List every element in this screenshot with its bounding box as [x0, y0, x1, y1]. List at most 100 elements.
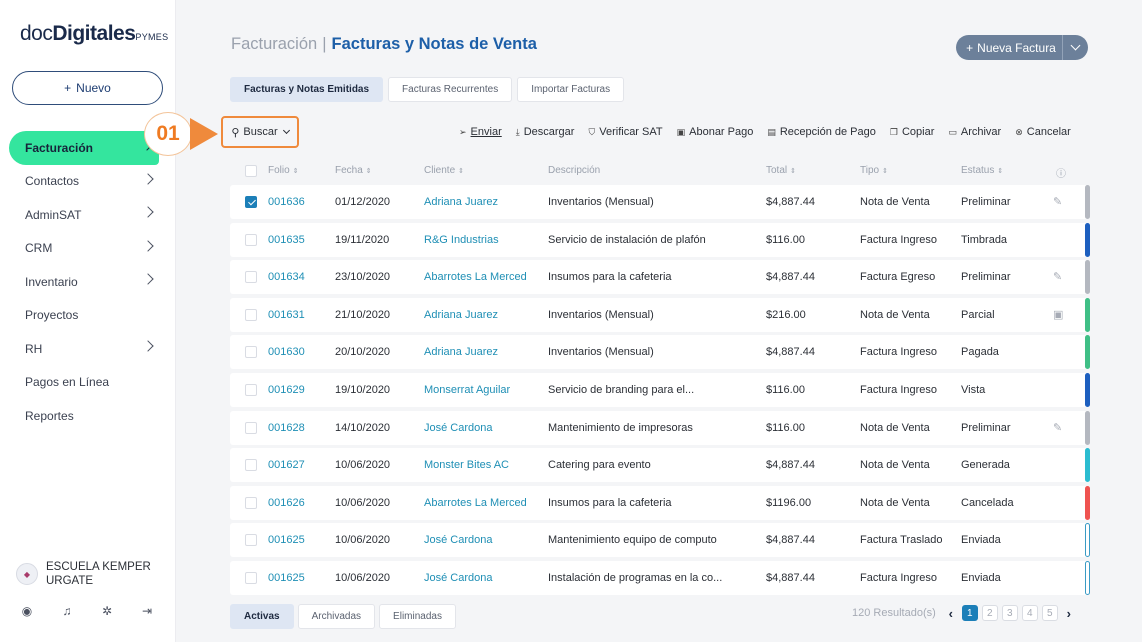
pencil-icon[interactable]: ✎ [1053, 421, 1062, 434]
cell-cliente[interactable]: Adriana Juarez [424, 346, 498, 358]
row-checkbox[interactable] [245, 233, 257, 246]
cell-cliente[interactable]: Adriana Juarez [424, 309, 498, 321]
cell-cliente[interactable]: Monster Bites AC [424, 459, 509, 471]
col-total[interactable]: Total ⇕ [766, 165, 796, 176]
send-icon: ➢ [459, 126, 467, 137]
search-dropdown[interactable]: ⚲ Buscar [221, 116, 299, 148]
tab-archivadas[interactable]: Archivadas [297, 604, 376, 629]
cancelar-button[interactable]: ⊗ Cancelar [1015, 126, 1071, 138]
table-row[interactable]: 001634 23/10/2020 Abarrotes La Merced Insum… [230, 260, 1090, 295]
table-row[interactable]: 001635 19/11/2020 R&G Industrias Servicio d… [230, 222, 1090, 257]
tab-emitidas[interactable]: Facturas y Notas Emitidas [230, 77, 384, 102]
cell-folio[interactable]: 001625 [268, 534, 305, 546]
col-tipo[interactable]: Tipo ⇕ [860, 165, 888, 176]
page-4[interactable]: 4 [1021, 605, 1038, 621]
new-button[interactable]: + Nuevo [12, 71, 163, 105]
col-fecha[interactable]: Fecha ⇕ [335, 165, 372, 176]
cash-icon[interactable]: ▣ [1053, 308, 1063, 321]
info-icon[interactable]: ⓘ [1056, 165, 1066, 180]
row-checkbox[interactable] [245, 496, 257, 509]
row-checkbox[interactable] [245, 196, 257, 208]
sidebar-item-facturaci-n[interactable]: Facturación [9, 131, 159, 165]
sidebar-item-adminsat[interactable]: AdminSAT [0, 198, 176, 232]
cell-folio[interactable]: 001629 [268, 384, 305, 396]
cell-cliente[interactable]: Abarrotes La Merced [424, 497, 527, 509]
row-checkbox[interactable] [245, 346, 257, 359]
table-row[interactable]: 001636 01/12/2020 Adriana Juarez Inventario… [230, 185, 1090, 219]
col-cliente[interactable]: Cliente ⇕ [424, 165, 464, 176]
select-all-checkbox[interactable] [245, 165, 257, 177]
logout-icon[interactable]: ⇥ [140, 604, 154, 618]
tab-importar[interactable]: Importar Facturas [517, 77, 625, 102]
sidebar-item-proyectos[interactable]: Proyectos [0, 299, 176, 333]
row-checkbox[interactable] [245, 383, 257, 396]
enviar-button[interactable]: ➢ Enviar [459, 126, 502, 138]
account-info[interactable]: ◆ ESCUELA KEMPER URGATE [16, 560, 156, 588]
recepci-n-de-pago-button[interactable]: ▤ Recepción de Pago [767, 126, 876, 138]
cell-cliente[interactable]: José Cardona [424, 572, 493, 584]
cell-folio[interactable]: 001635 [268, 234, 305, 246]
row-checkbox[interactable] [245, 308, 257, 321]
user-icon[interactable]: ◉ [20, 604, 34, 618]
verificar-sat-button[interactable]: ⛉ Verificar SAT [588, 126, 662, 138]
cell-folio[interactable]: 001636 [268, 196, 305, 208]
cell-cliente[interactable]: Adriana Juarez [424, 196, 498, 208]
row-checkbox[interactable] [245, 534, 257, 547]
row-checkbox[interactable] [245, 421, 257, 434]
abonar-pago-button[interactable]: ▣ Abonar Pago [677, 126, 754, 138]
new-invoice-button[interactable]: + Nueva Factura [956, 41, 1062, 55]
cell-cliente[interactable]: Monserrat Aguilar [424, 384, 510, 396]
col-descripcion[interactable]: Descripción [548, 165, 600, 176]
cell-cliente[interactable]: R&G Industrias [424, 234, 499, 246]
tab-recurrentes[interactable]: Facturas Recurrentes [388, 77, 513, 102]
cell-folio[interactable]: 001626 [268, 497, 305, 509]
page-3[interactable]: 3 [1001, 605, 1018, 621]
cell-folio[interactable]: 001627 [268, 459, 305, 471]
pencil-icon[interactable]: ✎ [1053, 270, 1062, 283]
table-row[interactable]: 001627 10/06/2020 Monster Bites AC Catering… [230, 448, 1090, 483]
sidebar-item-rh[interactable]: RH [0, 332, 176, 366]
row-checkbox[interactable] [245, 459, 257, 472]
col-folio[interactable]: Folio ⇕ [268, 165, 299, 176]
sidebar-item-pagos-en-l-nea[interactable]: Pagos en Línea [0, 366, 176, 400]
archivar-button[interactable]: ▭ Archivar [948, 126, 1001, 138]
chevron-left-icon[interactable]: ‹ [944, 606, 958, 621]
pencil-icon[interactable]: ✎ [1053, 195, 1062, 208]
page-1[interactable]: 1 [961, 605, 978, 621]
table-row[interactable]: 001625 10/06/2020 José Cardona Mantenimient… [230, 523, 1090, 558]
brand-logo[interactable]: docDigitalesPYMES [20, 22, 168, 46]
page-5[interactable]: 5 [1041, 605, 1058, 621]
table-row[interactable]: 001630 20/10/2020 Adriana Juarez Inventario… [230, 335, 1090, 370]
cell-cliente[interactable]: José Cardona [424, 534, 493, 546]
cell-folio[interactable]: 001628 [268, 422, 305, 434]
table-row[interactable]: 001631 21/10/2020 Adriana Juarez Inventario… [230, 297, 1090, 332]
sidebar-item-crm[interactable]: CRM [0, 232, 176, 266]
cell-cliente[interactable]: Abarrotes La Merced [424, 271, 527, 283]
cell-cliente[interactable]: José Cardona [424, 422, 493, 434]
cell-folio[interactable]: 001630 [268, 346, 305, 358]
cell-folio[interactable]: 001631 [268, 309, 305, 321]
new-invoice-dropdown[interactable] [1062, 35, 1088, 60]
sidebar-item-inventario[interactable]: Inventario [0, 265, 176, 299]
table-row[interactable]: 001625 10/06/2020 José Cardona Instalación … [230, 560, 1090, 595]
descargar-button[interactable]: ⤓ Descargar [516, 126, 575, 138]
col-estatus[interactable]: Estatus ⇕ [961, 165, 1003, 176]
sidebar-item-contactos[interactable]: Contactos [0, 165, 176, 199]
table-row[interactable]: 001628 14/10/2020 José Cardona Mantenimient… [230, 410, 1090, 445]
page-2[interactable]: 2 [981, 605, 998, 621]
cell-folio[interactable]: 001634 [268, 271, 305, 283]
sidebar-item-reportes[interactable]: Reportes [0, 399, 176, 433]
chevron-right-icon[interactable]: › [1062, 606, 1076, 621]
cell-folio[interactable]: 001625 [268, 572, 305, 584]
breadcrumb[interactable]: Facturación [231, 35, 317, 53]
tab-eliminadas[interactable]: Eliminadas [379, 604, 456, 629]
tab-activas[interactable]: Activas [230, 604, 294, 629]
table-row[interactable]: 001626 10/06/2020 Abarrotes La Merced Insum… [230, 485, 1090, 520]
table-row[interactable]: 001629 19/10/2020 Monserrat Aguilar Servici… [230, 372, 1090, 407]
row-checkbox[interactable] [245, 271, 257, 284]
row-checkbox[interactable] [245, 571, 257, 584]
gear-icon[interactable]: ✲ [100, 604, 114, 618]
copiar-button[interactable]: ❐ Copiar [890, 126, 934, 138]
invoice-table: 001636 01/12/2020 Adriana Juarez Inventario… [230, 185, 1090, 599]
bell-icon[interactable]: ♫ [60, 604, 74, 618]
